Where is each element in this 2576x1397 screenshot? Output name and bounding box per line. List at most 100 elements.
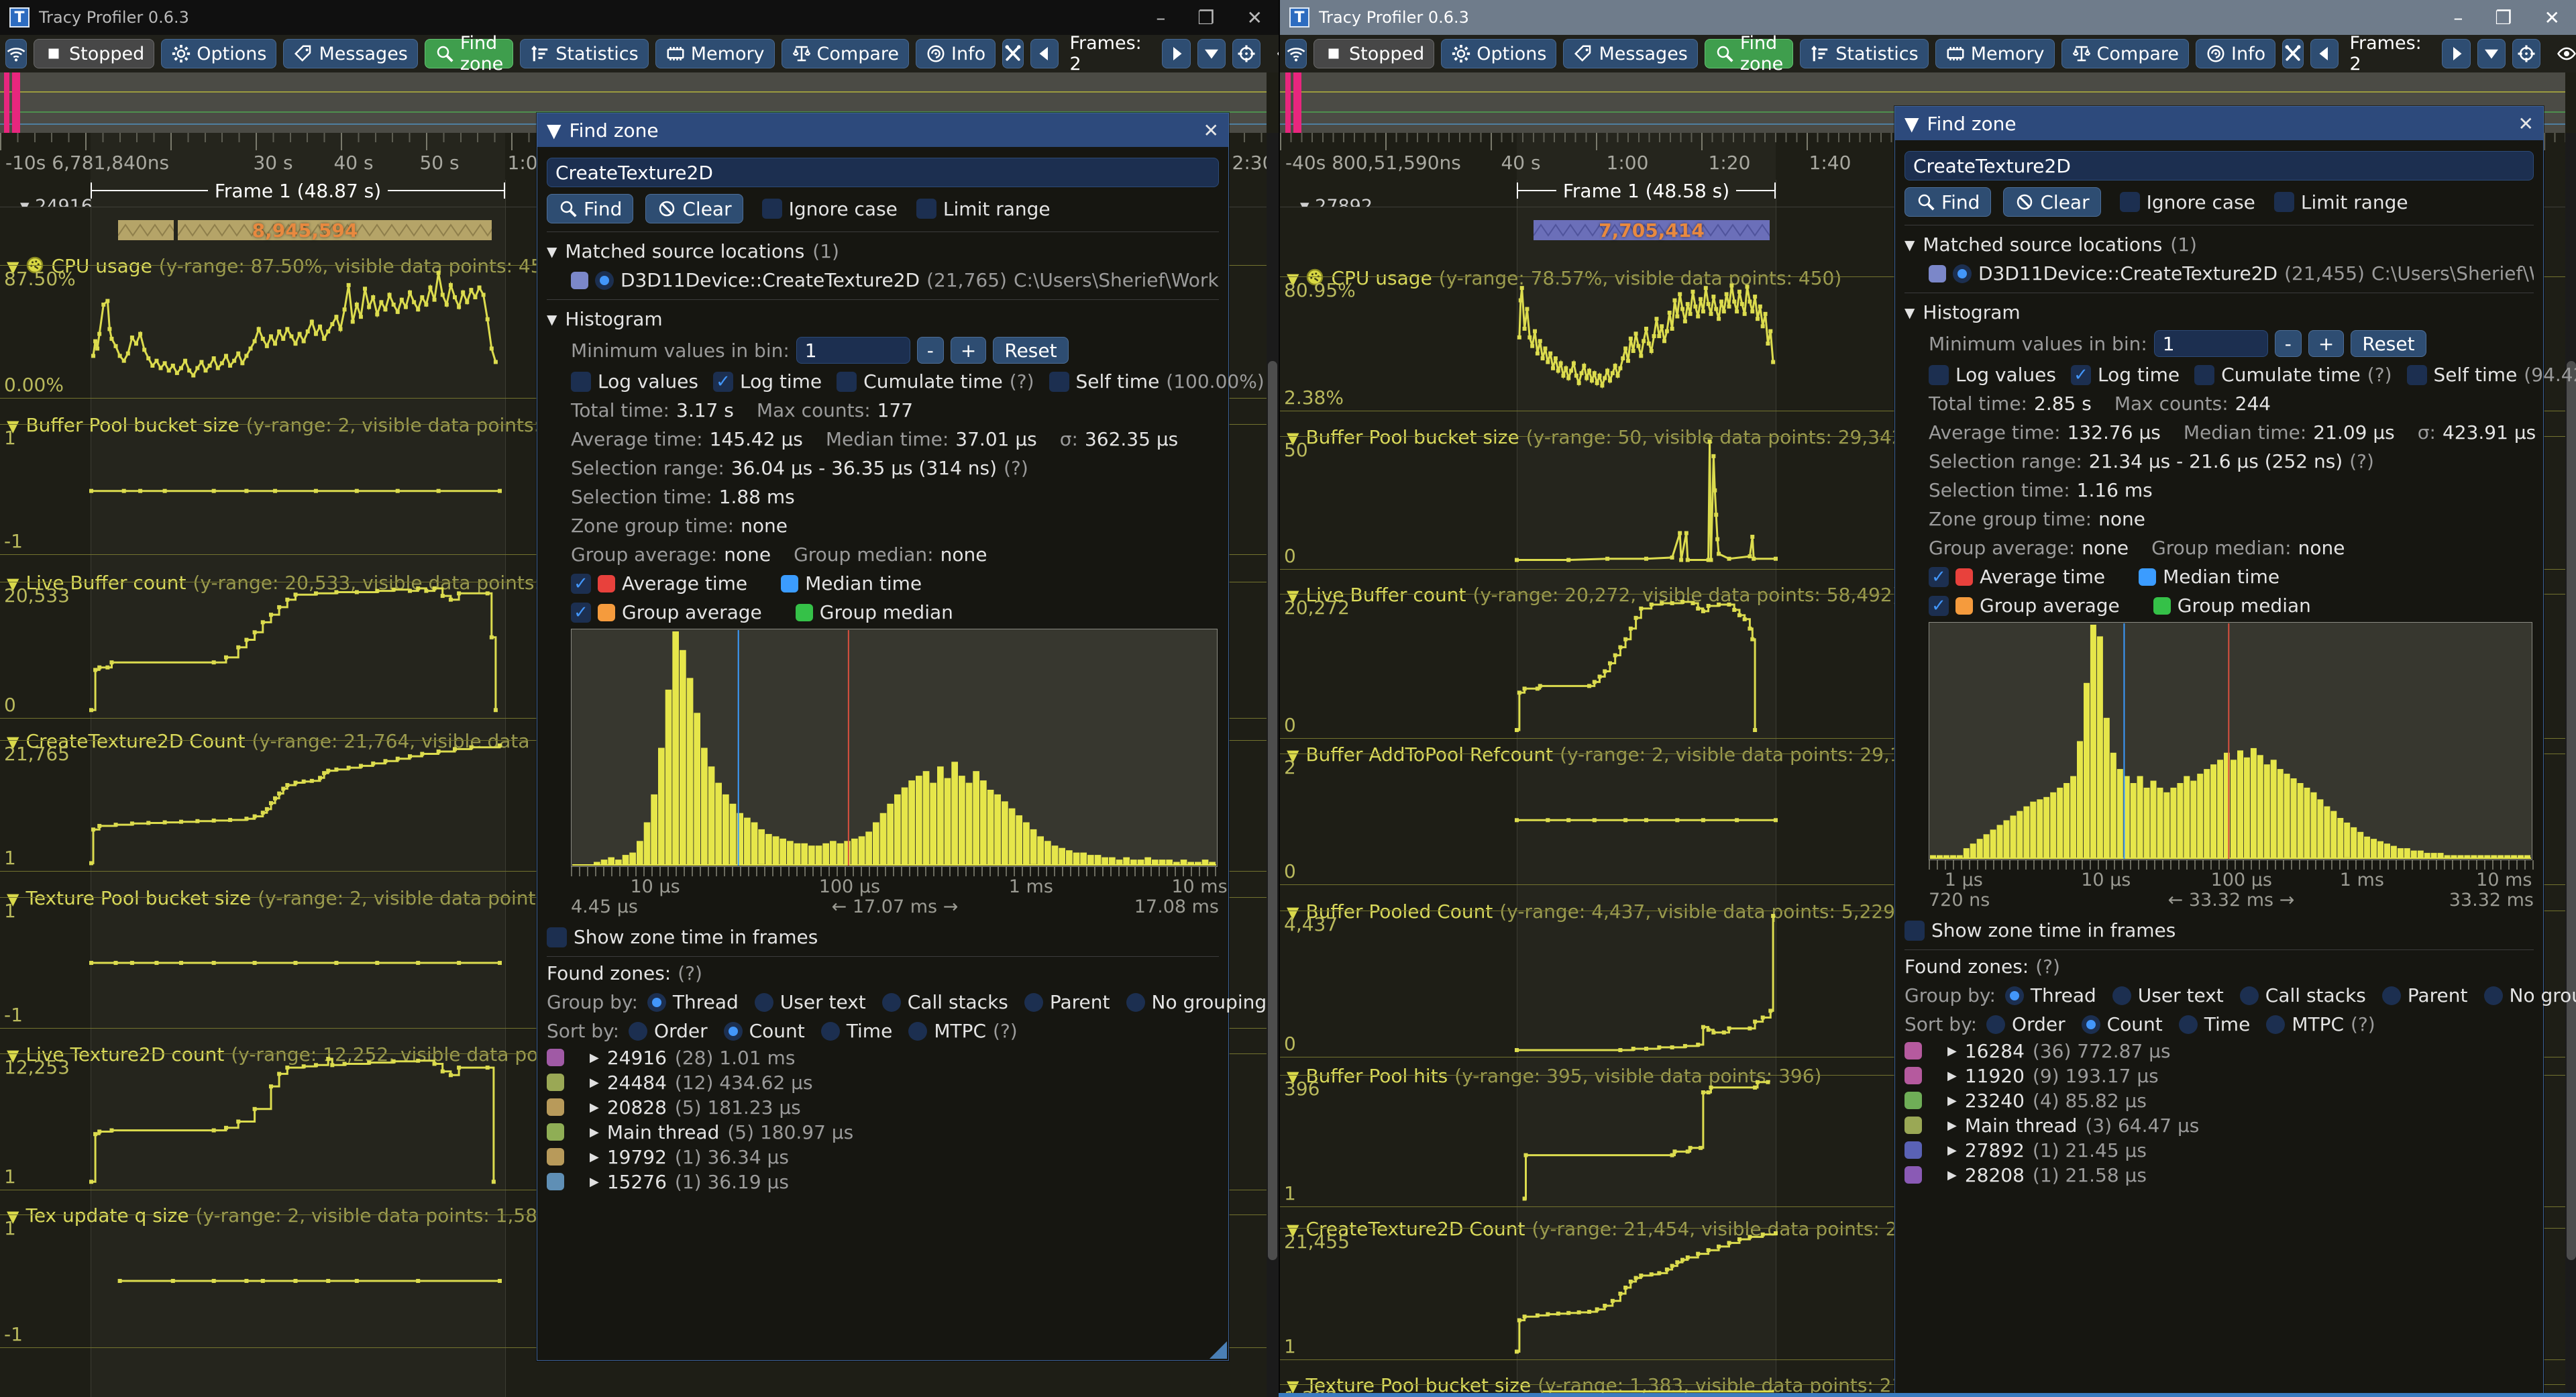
- average-time-checkbox[interactable]: ✓: [571, 573, 591, 594]
- matched-location-row[interactable]: D3D11Device::CreateTexture2D (21,765) C:\U…: [571, 269, 1219, 291]
- decrement-button[interactable]: -: [916, 337, 944, 364]
- sort-by-radio-mtpc[interactable]: [2266, 1015, 2286, 1034]
- frame-select-button[interactable]: [2477, 39, 2506, 68]
- zone-group-row[interactable]: ▶ 28208 (1) 21.58 µs: [1904, 1164, 2534, 1186]
- group-average-checkbox[interactable]: ✓: [571, 602, 591, 623]
- dialog-close-icon[interactable]: ✕: [2518, 113, 2534, 135]
- scrollbar-thumb[interactable]: [1268, 361, 1277, 1260]
- compare-button[interactable]: Compare: [781, 39, 910, 68]
- goto-frame-button[interactable]: [1232, 39, 1261, 68]
- plot-chart-lct[interactable]: [89, 743, 502, 868]
- cumulate-time-checkbox[interactable]: ✓: [2194, 364, 2215, 385]
- expand-triangle-icon[interactable]: ▶: [590, 1100, 599, 1115]
- find-zone-button[interactable]: Find zone: [424, 33, 514, 74]
- source-location-radio[interactable]: [595, 270, 614, 290]
- histogram-header[interactable]: ▼ Histogram: [547, 308, 1219, 330]
- dialog-titlebar[interactable]: ▼ Find zone ✕: [537, 113, 1228, 147]
- zone-group-row[interactable]: ▶ 19792 (1) 36.34 µs: [547, 1146, 1219, 1168]
- next-frame-button[interactable]: [2442, 39, 2471, 68]
- increment-button[interactable]: +: [2308, 330, 2345, 357]
- group-by-radio-parent[interactable]: [2381, 986, 2401, 1005]
- memory-button[interactable]: Memory: [1935, 39, 2055, 68]
- self-time-checkbox[interactable]: ✓: [2406, 364, 2427, 385]
- minimize-button[interactable]: –: [1156, 7, 1165, 29]
- connection-button[interactable]: [1285, 39, 1307, 68]
- frame-select-button[interactable]: [1197, 39, 1226, 68]
- log-time-checkbox[interactable]: ✓: [2070, 364, 2091, 385]
- zone-group-row[interactable]: ▶ 20828 (5) 181.23 µs: [547, 1096, 1219, 1119]
- minimize-button[interactable]: –: [2453, 7, 2463, 29]
- matched-locations-header[interactable]: ▼ Matched source locations (1): [547, 240, 1219, 262]
- find-zone-button[interactable]: Find zone: [1704, 33, 1794, 74]
- average-time-checkbox[interactable]: ✓: [1929, 566, 1949, 587]
- compare-button[interactable]: Compare: [2061, 39, 2190, 68]
- zone-search-input[interactable]: [1904, 151, 2534, 180]
- increment-button[interactable]: +: [950, 337, 987, 364]
- plot-chart-llb[interactable]: [89, 584, 500, 715]
- group-by-radio-no-grouping[interactable]: [1126, 992, 1145, 1012]
- reset-button[interactable]: Reset: [993, 337, 1069, 364]
- zone-group-row[interactable]: ▶ 24916 (28) 1.01 ms: [547, 1047, 1219, 1069]
- messages-button[interactable]: Messages: [283, 39, 418, 68]
- limit-range-checkbox[interactable]: ✓: [916, 199, 936, 219]
- log-values-checkbox[interactable]: ✓: [571, 371, 591, 392]
- plot-chart-rlb[interactable]: [1515, 597, 1776, 735]
- plot-chart-rbph[interactable]: [1517, 1078, 1776, 1204]
- sort-by-radio-order[interactable]: [1986, 1015, 2006, 1034]
- zone-group-row[interactable]: ▶ Main thread (5) 180.97 µs: [547, 1121, 1219, 1143]
- ignore-case-checkbox[interactable]: ✓: [761, 199, 782, 219]
- frame-bracket[interactable]: Frame 1 (48.58 s): [1517, 180, 1776, 202]
- plot-chart-rbpc[interactable]: [1515, 913, 1776, 1054]
- plot-chart-ratp[interactable]: [1515, 756, 1778, 882]
- clear-button[interactable]: Clear: [645, 194, 743, 223]
- self-time-checkbox[interactable]: ✓: [1049, 371, 1069, 392]
- statistics-button[interactable]: Statistics: [520, 39, 649, 68]
- expand-triangle-icon[interactable]: ▶: [1947, 1044, 1957, 1058]
- zone-group-row[interactable]: ▶ 23240 (4) 85.82 µs: [1904, 1090, 2534, 1112]
- expand-triangle-icon[interactable]: ▶: [1947, 1168, 1957, 1182]
- group-by-radio-thread[interactable]: [647, 992, 666, 1012]
- info-button[interactable]: Info: [2196, 39, 2276, 68]
- collapse-triangle-icon[interactable]: ▼: [547, 311, 557, 327]
- sort-by-radio-count[interactable]: [2081, 1015, 2100, 1034]
- dialog-resize-grip[interactable]: [1210, 1341, 1227, 1359]
- expand-triangle-icon[interactable]: ▶: [590, 1076, 599, 1090]
- find-button[interactable]: Find: [547, 194, 634, 223]
- matched-location-row[interactable]: D3D11Device::CreateTexture2D (21,455) C:\U…: [1929, 262, 2534, 284]
- histogram-plot[interactable]: [571, 629, 1218, 867]
- plot-chart-ltp[interactable]: [89, 900, 502, 1025]
- histogram-plot[interactable]: [1929, 622, 2532, 860]
- group-by-radio-thread[interactable]: [2004, 986, 2024, 1005]
- reset-button[interactable]: Reset: [2351, 330, 2426, 357]
- titlebar[interactable]: T Tracy Profiler 0.6.3 – ❐ ✕: [1280, 0, 2576, 35]
- plot-chart-llt[interactable]: [89, 1056, 500, 1187]
- collapse-triangle-icon[interactable]: ▼: [1904, 305, 1915, 321]
- statistics-button[interactable]: Statistics: [1800, 39, 1929, 68]
- find-button[interactable]: Find: [1904, 187, 1992, 217]
- source-location-radio[interactable]: [1953, 264, 1972, 283]
- plot-chart-ltu[interactable]: [91, 1217, 502, 1345]
- limit-range-checkbox[interactable]: ✓: [2273, 192, 2294, 212]
- next-frame-button[interactable]: [1162, 39, 1191, 68]
- maximize-button[interactable]: ❐: [1197, 7, 1214, 29]
- collapse-triangle-icon[interactable]: ▼: [547, 119, 561, 142]
- close-button[interactable]: ✕: [1247, 7, 1263, 29]
- expand-triangle-icon[interactable]: ▶: [590, 1150, 599, 1164]
- maximize-button[interactable]: ❐: [2495, 7, 2512, 29]
- prev-frame-button[interactable]: [2310, 39, 2339, 68]
- show-zone-time-checkbox[interactable]: ✓: [1904, 920, 1925, 941]
- plot-chart-lcpu[interactable]: [91, 268, 500, 395]
- plot-chart-rbp[interactable]: [1515, 439, 1778, 566]
- histogram-header[interactable]: ▼ Histogram: [1904, 301, 2534, 323]
- min-bin-input[interactable]: [2153, 330, 2268, 357]
- prev-frame-button[interactable]: [1030, 39, 1059, 68]
- dialog-close-icon[interactable]: ✕: [1203, 119, 1219, 142]
- expand-triangle-icon[interactable]: ▶: [590, 1175, 599, 1189]
- collapse-triangle-icon[interactable]: ▼: [1904, 113, 1919, 135]
- messages-button[interactable]: Messages: [1563, 39, 1698, 68]
- expand-triangle-icon[interactable]: ▶: [1947, 1094, 1957, 1108]
- clear-button[interactable]: Clear: [2003, 187, 2101, 217]
- scrollbar-track[interactable]: [2565, 133, 2576, 1397]
- zone-group-row[interactable]: ▶ 27892 (1) 21.45 µs: [1904, 1139, 2534, 1161]
- info-button[interactable]: Info: [916, 39, 996, 68]
